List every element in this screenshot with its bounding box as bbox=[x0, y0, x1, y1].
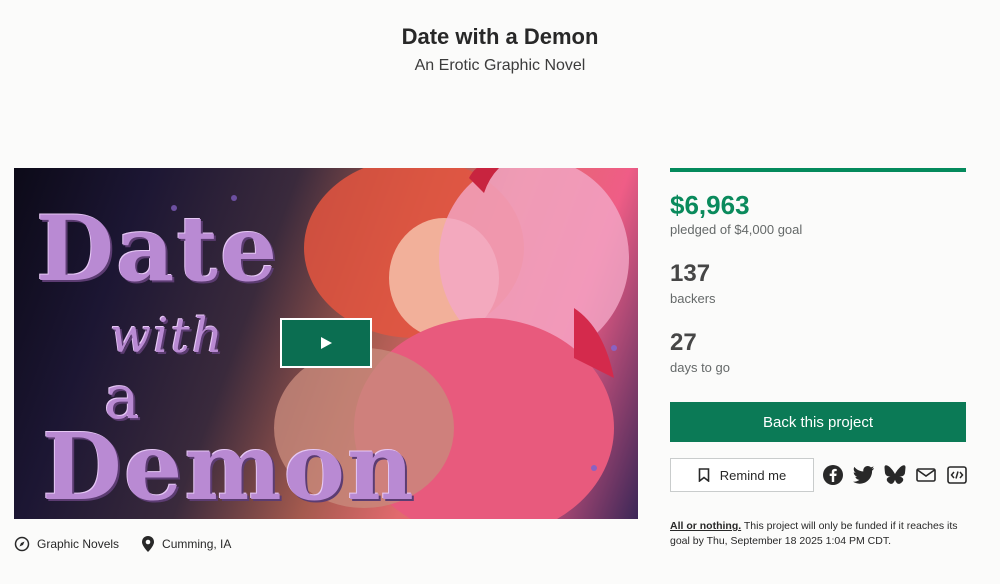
funding-progress-bar bbox=[670, 168, 966, 172]
category-link[interactable]: Graphic Novels bbox=[14, 536, 119, 552]
email-icon[interactable] bbox=[915, 464, 937, 486]
funding-progress-fill bbox=[670, 168, 966, 172]
cover-title-line-1: Date bbox=[36, 196, 280, 302]
compass-icon bbox=[14, 536, 30, 552]
pledged-goal-label: pledged of $4,000 goal bbox=[670, 222, 803, 237]
play-button[interactable] bbox=[280, 318, 372, 368]
pledged-amount: $6,963 bbox=[670, 190, 750, 220]
location-label: Cumming, IA bbox=[162, 537, 232, 551]
all-or-nothing-link[interactable]: All or nothing. bbox=[670, 520, 741, 532]
twitter-icon[interactable] bbox=[853, 464, 875, 486]
play-icon bbox=[321, 337, 332, 349]
category-label: Graphic Novels bbox=[37, 537, 120, 551]
project-title: Date with a Demon bbox=[401, 24, 599, 49]
backers-label: backers bbox=[670, 291, 716, 306]
location-pin-icon bbox=[142, 536, 155, 552]
days-to-go-label: days to go bbox=[670, 360, 730, 375]
days-to-go-count: 27 bbox=[670, 329, 697, 356]
facebook-icon[interactable] bbox=[822, 464, 844, 486]
location-link[interactable]: Cumming, IA bbox=[141, 535, 231, 553]
remind-me-label: Remind me bbox=[719, 467, 787, 483]
bookmark-icon bbox=[698, 468, 710, 482]
backers-count: 137 bbox=[670, 260, 711, 287]
back-this-project-button[interactable]: Back this project bbox=[670, 402, 966, 442]
cover-title-line-4: Demon bbox=[42, 413, 416, 519]
project-video[interactable]: Date with a Demon bbox=[14, 168, 638, 519]
project-meta: Graphic Novels Cumming, IA bbox=[14, 535, 253, 553]
project-subtitle: An Erotic Graphic Novel bbox=[414, 57, 586, 74]
cover-title-line-2: with bbox=[110, 308, 225, 364]
bluesky-icon[interactable] bbox=[884, 464, 906, 486]
share-icons bbox=[822, 464, 977, 486]
funding-rule-note: All or nothing. This project will only b… bbox=[670, 519, 966, 549]
embed-icon[interactable] bbox=[946, 464, 968, 486]
remind-me-button[interactable]: Remind me bbox=[670, 458, 814, 492]
